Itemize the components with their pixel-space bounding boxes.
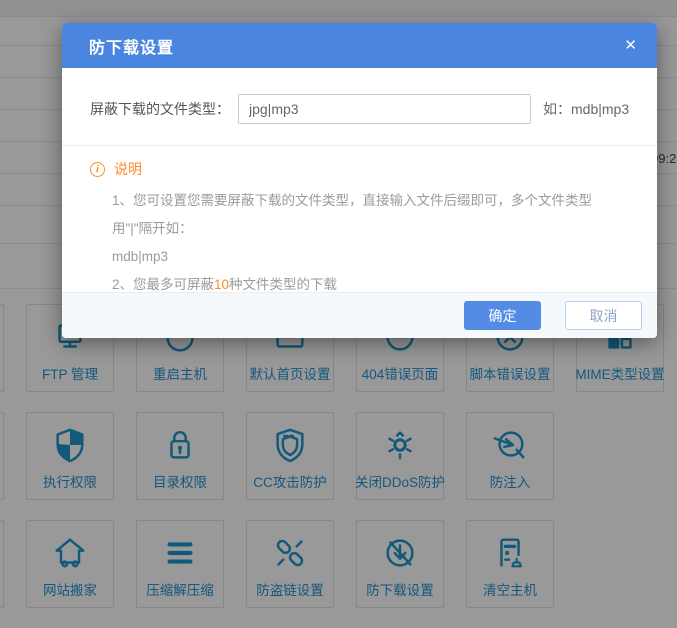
filetypes-example-hint: 如：mdb|mp3 (543, 99, 629, 119)
close-icon[interactable]: ✕ (624, 38, 637, 53)
anti-download-settings-dialog: 防下载设置 ✕ 屏蔽下载的文件类型： 如：mdb|mp3 i 说明 1、您可设置… (62, 23, 657, 338)
notice-section: i 说明 1、您可设置您需要屏蔽下载的文件类型，直接输入文件后缀即可，多个文件类… (62, 146, 657, 299)
blocked-filetypes-label: 屏蔽下载的文件类型： (90, 99, 230, 119)
dialog-footer: 确定 取消 (62, 292, 657, 338)
max-count-highlight: 10 (214, 277, 229, 292)
dialog-title: 防下载设置 (89, 34, 174, 58)
notice-items: 1、您可设置您需要屏蔽下载的文件类型，直接输入文件后缀即可，多个文件类型用"|"… (112, 187, 627, 299)
notice-item-1-example: mdb|mp3 (112, 243, 627, 271)
blocked-filetypes-row: 屏蔽下载的文件类型： 如：mdb|mp3 (90, 94, 657, 124)
notice-header: i 说明 (90, 159, 627, 179)
dialog-body: 屏蔽下载的文件类型： 如：mdb|mp3 i 说明 1、您可设置您需要屏蔽下载的… (62, 94, 657, 299)
confirm-button[interactable]: 确定 (464, 301, 541, 330)
blocked-filetypes-input[interactable] (238, 94, 531, 124)
notice-title: 说明 (114, 159, 142, 179)
info-icon: i (90, 162, 105, 177)
dialog-header: 防下载设置 ✕ (62, 23, 657, 68)
cancel-button[interactable]: 取消 (565, 301, 642, 330)
notice-item-1: 1、您可设置您需要屏蔽下载的文件类型，直接输入文件后缀即可，多个文件类型用"|"… (112, 187, 627, 243)
